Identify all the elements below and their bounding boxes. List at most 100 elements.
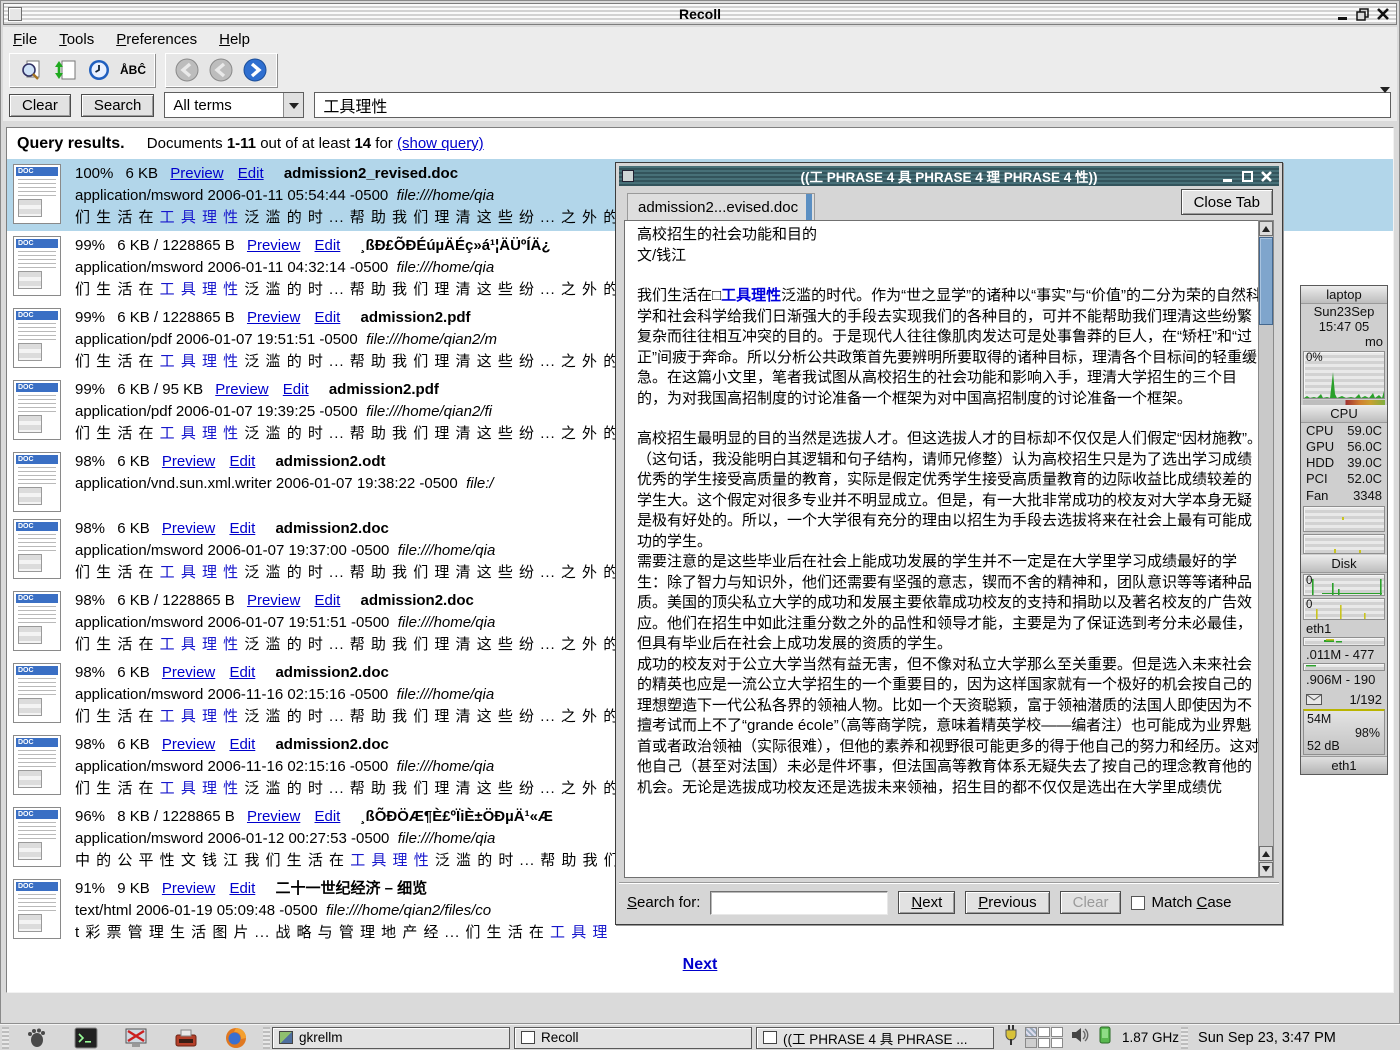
- net-tx-chart[interactable]: [1303, 663, 1385, 671]
- find-clear-button[interactable]: Clear: [1060, 891, 1122, 914]
- edit-link[interactable]: Edit: [315, 309, 341, 326]
- cpu-frequency-icon[interactable]: [1097, 1025, 1113, 1050]
- taskbar-task-button[interactable]: Recoll: [514, 1027, 752, 1049]
- disk-read-chart[interactable]: 0: [1303, 574, 1385, 596]
- preview-link[interactable]: Preview: [247, 309, 300, 326]
- search-mode-select[interactable]: All terms: [164, 92, 304, 118]
- find-next-button[interactable]: Next: [898, 891, 955, 914]
- cpu-frequency-label[interactable]: 1.87 GHz: [1122, 1030, 1179, 1045]
- preview-link[interactable]: Preview: [162, 453, 215, 470]
- nav-first-icon[interactable]: [172, 57, 202, 83]
- advanced-search-icon[interactable]: [16, 57, 46, 83]
- preview-text[interactable]: 高校招生的社会功能和目的 文/钱江 我们生活在□工具理性泛滥的时代。作为“世之显…: [624, 220, 1274, 878]
- monitor-x-icon[interactable]: [121, 1026, 151, 1050]
- nav-forward-icon[interactable]: [240, 57, 270, 83]
- scroll-up-icon[interactable]: [1259, 221, 1273, 236]
- preview-link[interactable]: Preview: [162, 736, 215, 753]
- recoll-titlebar[interactable]: Recoll: [3, 3, 1397, 25]
- disk-section-label[interactable]: Disk: [1301, 555, 1387, 573]
- panel-handle[interactable]: [2, 1027, 9, 1049]
- preview-link[interactable]: Preview: [215, 381, 268, 398]
- mail-monitor[interactable]: 1/192: [1301, 691, 1387, 708]
- edit-link[interactable]: Edit: [283, 381, 309, 398]
- gnome-foot-icon[interactable]: [21, 1026, 51, 1050]
- preview-link[interactable]: Preview: [162, 880, 215, 897]
- preview-link[interactable]: Preview: [162, 664, 215, 681]
- edit-link[interactable]: Edit: [229, 664, 255, 681]
- power-plug-icon[interactable]: [1004, 1025, 1018, 1050]
- chevron-down-icon[interactable]: [283, 93, 303, 117]
- search-button[interactable]: Search: [81, 94, 155, 117]
- cpu-section-label[interactable]: CPU: [1301, 405, 1387, 423]
- menu-item[interactable]: Tools: [59, 31, 94, 48]
- panel-handle[interactable]: [263, 1027, 270, 1049]
- fan-chart[interactable]: [1303, 506, 1385, 532]
- taskbar-task-button[interactable]: ((工 PHRASE 4 具 PHRASE ...: [756, 1027, 994, 1049]
- nav-back-icon[interactable]: [206, 57, 236, 83]
- term-explorer-icon[interactable]: ÅBĈ: [118, 57, 148, 83]
- clear-button[interactable]: Clear: [9, 94, 71, 117]
- memory-monitor[interactable]: 54M 98% 52 dB: [1303, 709, 1385, 755]
- scroll-up-icon[interactable]: [1259, 846, 1273, 861]
- preview-scrollbar[interactable]: [1258, 220, 1274, 878]
- close-icon[interactable]: [1260, 170, 1273, 183]
- firefox-icon[interactable]: [221, 1026, 251, 1050]
- edit-link[interactable]: Edit: [315, 237, 341, 254]
- menu-item[interactable]: Help: [219, 31, 250, 48]
- cpu-chart[interactable]: 0%: [1303, 351, 1385, 399]
- panel-handle[interactable]: [1181, 1027, 1188, 1049]
- close-tab-button[interactable]: Close Tab: [1181, 189, 1273, 215]
- query-history-dropdown-icon[interactable]: [1380, 93, 1390, 117]
- edit-link[interactable]: Edit: [315, 808, 341, 825]
- edit-link[interactable]: Edit: [229, 520, 255, 537]
- match-case-checkbox[interactable]: [1131, 896, 1145, 910]
- result-title: admission2.odt: [275, 453, 385, 470]
- preview-tab[interactable]: admission2...evised.doc: [627, 193, 815, 220]
- match-case-option[interactable]: Match Case: [1131, 894, 1231, 911]
- edit-link[interactable]: Edit: [315, 592, 341, 609]
- edit-link[interactable]: Edit: [229, 736, 255, 753]
- document-history-icon[interactable]: [84, 57, 114, 83]
- volume-icon[interactable]: [1070, 1026, 1090, 1049]
- fan-chart-2[interactable]: [1303, 534, 1385, 554]
- maximize-icon[interactable]: [1356, 7, 1370, 21]
- relevance-percent: 100%: [75, 165, 113, 182]
- show-query-link[interactable]: (show query): [397, 135, 484, 152]
- preview-titlebar[interactable]: ((工 PHRASE 4 具 PHRASE 4 理 PHRASE 4 性)): [619, 166, 1279, 186]
- result-url: file:///home/qia: [397, 686, 495, 703]
- net-rx-chart[interactable]: [1303, 637, 1385, 646]
- menu-item[interactable]: Preferences: [116, 31, 197, 48]
- result-title: admission2.doc: [275, 520, 388, 537]
- minimize-icon[interactable]: [1222, 170, 1235, 183]
- maximize-icon[interactable]: [1241, 170, 1254, 183]
- preview-link[interactable]: Preview: [247, 592, 300, 609]
- edit-link[interactable]: Edit: [229, 880, 255, 897]
- scroll-down-icon[interactable]: [1259, 862, 1273, 877]
- edit-link[interactable]: Edit: [229, 453, 255, 470]
- preview-link[interactable]: Preview: [170, 165, 223, 182]
- sort-parameters-icon[interactable]: [50, 57, 80, 83]
- disk-write-chart[interactable]: 0: [1303, 598, 1385, 620]
- find-previous-button[interactable]: Previous: [965, 891, 1049, 914]
- close-icon[interactable]: [1376, 7, 1390, 21]
- gkrellm-time: 15:47 05: [1301, 319, 1387, 334]
- gkrellm-hostname[interactable]: laptop: [1301, 286, 1387, 304]
- edit-link[interactable]: Edit: [238, 165, 264, 182]
- find-bar: Search for: Next Previous Clear Match Ca…: [619, 883, 1279, 921]
- next-page-link[interactable]: Next: [683, 956, 718, 973]
- gkrellm-footer[interactable]: eth1: [1301, 756, 1387, 774]
- scrollbar-thumb[interactable]: [1259, 237, 1273, 325]
- terminal-icon[interactable]: [71, 1026, 101, 1050]
- workspace-switcher[interactable]: [1025, 1027, 1063, 1048]
- preview-link[interactable]: Preview: [162, 520, 215, 537]
- search-input[interactable]: [315, 96, 1380, 114]
- menu-item[interactable]: File: [13, 31, 37, 48]
- taskbar-clock[interactable]: Sun Sep 23, 3:47 PM: [1198, 1030, 1336, 1046]
- typewriter-icon[interactable]: [171, 1026, 201, 1050]
- minimize-icon[interactable]: [1336, 7, 1350, 21]
- preview-link[interactable]: Preview: [247, 237, 300, 254]
- taskbar-task-button[interactable]: gkrellm: [272, 1027, 510, 1049]
- find-input[interactable]: [710, 891, 888, 915]
- preview-link[interactable]: Preview: [247, 808, 300, 825]
- relevance-percent: 98%: [75, 453, 105, 470]
